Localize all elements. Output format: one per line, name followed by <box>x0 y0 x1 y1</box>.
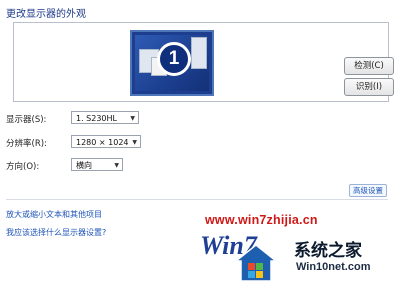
display-help-link[interactable]: 我应该选择什么显示器设置? <box>6 227 106 238</box>
divider <box>6 199 388 200</box>
resolution-label: 分辨率(R): <box>6 139 47 149</box>
page-title: 更改显示器的外观 <box>6 9 86 20</box>
display-select-value: 1. S230HL <box>76 114 117 123</box>
resolution-select-value: 1280 × 1024 <box>76 138 129 147</box>
watermark-brand: 系统之家 <box>294 241 362 261</box>
orientation-select-value: 横向 <box>76 161 92 170</box>
watermark-url: www.win7zhijia.cn <box>205 213 318 227</box>
text-size-link[interactable]: 放大或缩小文本和其他项目 <box>6 209 102 220</box>
chevron-down-icon: ▼ <box>132 139 137 146</box>
monitor-preview-area: 1 检测(C) 识别(I) <box>13 22 394 102</box>
display-select[interactable]: 1. S230HL ▼ <box>71 111 139 124</box>
display-label: 显示器(S): <box>6 115 47 125</box>
monitor-number-badge: 1 <box>157 42 191 76</box>
monitor-1-thumbnail[interactable]: 1 <box>130 30 214 96</box>
advanced-settings-link[interactable]: 高级设置 <box>349 184 387 197</box>
watermark-site: Win10net.com <box>296 261 371 273</box>
chevron-down-icon: ▼ <box>114 162 119 169</box>
resolution-select[interactable]: 1280 × 1024 ▼ <box>71 135 141 148</box>
orientation-select[interactable]: 横向 ▼ <box>71 158 123 171</box>
chevron-down-icon: ▼ <box>130 115 135 122</box>
orientation-label: 方向(O): <box>6 162 40 172</box>
watermark-logo: Win7 系统之家 Win10net.com <box>200 231 388 289</box>
house-logo-icon <box>235 244 277 282</box>
identify-button[interactable]: 识别(I) <box>344 78 394 96</box>
detect-button[interactable]: 检测(C) <box>344 57 394 75</box>
monitor-screen: 1 <box>135 35 209 91</box>
window-thumbnail-icon <box>191 37 207 69</box>
